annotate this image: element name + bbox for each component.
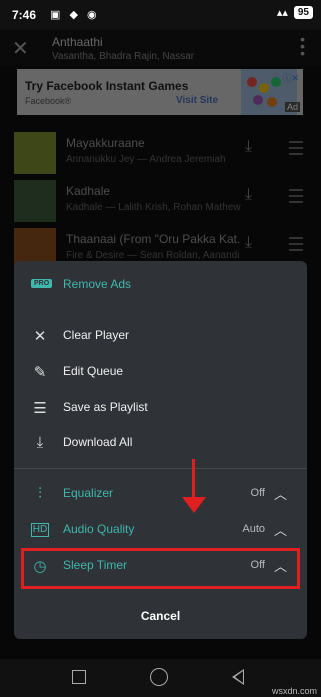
divider — [14, 468, 307, 469]
home-icon[interactable] — [150, 668, 168, 686]
edit-queue-item[interactable]: ✎ Edit Queue — [14, 354, 307, 390]
queue-options-sheet: PRO Remove Ads ✕ Clear Player ✎ Edit Que… — [14, 261, 307, 639]
cancel-button[interactable]: Cancel — [14, 601, 307, 631]
highlight-box — [21, 548, 300, 589]
battery-icon: 95 — [293, 6, 313, 19]
clear-player-label: Clear Player — [63, 328, 130, 342]
recents-icon[interactable] — [72, 670, 86, 684]
pro-badge: PRO — [31, 279, 53, 288]
audio-quality-item[interactable]: HD Audio Quality Auto ︿ — [14, 512, 307, 548]
arrow-head-icon — [182, 497, 206, 513]
save-playlist-label: Save as Playlist — [63, 400, 148, 414]
download-all-label: Download All — [63, 435, 133, 449]
equalizer-value: Off — [250, 487, 265, 499]
download-all-item[interactable]: ⤓ Download All — [14, 425, 307, 461]
close-icon: ✕ — [33, 328, 47, 345]
equalizer-label: Equalizer — [63, 486, 114, 500]
status-bar: 7:46 ▣ ◆ ◉ ▴▴ 95 — [0, 0, 321, 30]
clock: 7:46 — [12, 8, 37, 22]
download-icon: ⤓ — [36, 434, 44, 451]
equalizer-item[interactable]: ⫶ Equalizer Off ︿ — [14, 476, 307, 512]
pencil-icon: ✎ — [33, 364, 47, 381]
back-icon[interactable] — [232, 669, 244, 685]
chevron-up-icon: ︿ — [273, 523, 287, 538]
hd-icon: HD — [31, 523, 49, 537]
signal-icon: ▴▴ — [276, 7, 288, 19]
watermark: wsxdn.com — [271, 686, 317, 696]
chevron-up-icon: ︿ — [273, 487, 287, 502]
playlist-icon: ☰ — [33, 400, 47, 417]
clear-player-item[interactable]: ✕ Clear Player — [14, 318, 307, 354]
audio-quality-label: Audio Quality — [63, 522, 135, 536]
save-playlist-item[interactable]: ☰ Save as Playlist — [14, 390, 307, 426]
system-icons: ▴▴ 95 — [277, 6, 313, 19]
remove-ads-label: Remove Ads — [63, 277, 132, 291]
notification-icons: ▣ ◆ ◉ — [50, 9, 100, 21]
audio-quality-value: Auto — [242, 523, 265, 535]
edit-queue-label: Edit Queue — [63, 364, 124, 378]
equalizer-icon: ⫶ — [38, 485, 42, 502]
remove-ads-item[interactable]: PRO Remove Ads — [14, 267, 307, 303]
